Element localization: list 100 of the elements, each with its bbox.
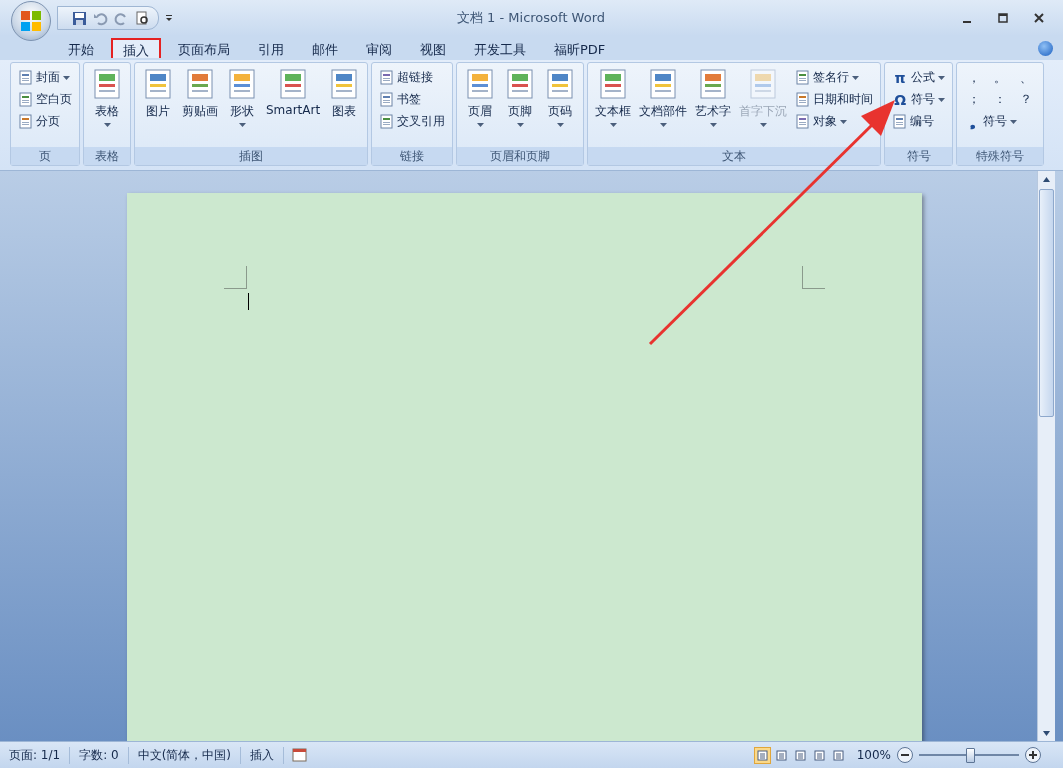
symbol-button[interactable]: ， [961,70,988,87]
ribbon-tab[interactable]: 视图 [409,38,457,60]
group-label: 页 [11,147,79,165]
text-cursor [248,293,249,310]
symbol-button[interactable]: 、 [1013,70,1040,87]
caret-icon [938,97,946,102]
ribbon-button[interactable]: 剪贴画 [179,66,221,147]
help-icon[interactable] [1038,41,1053,56]
insert-icon [184,68,216,100]
ribbon-button[interactable]: 页眉 [461,66,500,147]
ribbon-button[interactable]: 空白页 [15,89,75,110]
page-icon [794,749,806,761]
calendar-icon[interactable] [292,748,308,762]
symbol-button[interactable]: ； [961,91,988,108]
group-label: 链接 [372,147,453,165]
vertical-scrollbar[interactable] [1037,171,1055,741]
document-icon [379,70,395,85]
ribbon-button[interactable]: 图表 [325,66,364,147]
page-icon [756,749,768,761]
document-icon [379,92,395,107]
zoom-out-button[interactable] [897,747,913,763]
minus-icon [901,751,909,759]
ribbon-tab[interactable]: 审阅 [355,38,403,60]
customize-icon[interactable] [165,14,173,22]
ribbon-button[interactable]: 分页 [15,111,63,132]
ribbon-button[interactable]: π 公式 [889,67,949,88]
margin-mark [224,266,247,289]
ribbon-button[interactable]: 日期和时间 [792,89,877,110]
ribbon-button[interactable]: 文档部件 [636,66,691,147]
caret-icon [476,123,484,127]
document-icon [795,70,811,85]
office-logo [20,10,42,32]
close-icon [1034,13,1044,23]
redo-icon[interactable] [114,10,129,26]
ribbon-button[interactable]: 封面 [15,67,73,88]
symbol-button[interactable]: 。 [987,70,1014,87]
group-label: 页眉和页脚 [457,147,584,165]
symbol-icon: π [892,69,909,86]
ribbon-button[interactable]: 页脚 [501,66,540,147]
ribbon-tab[interactable]: 页面布局 [167,38,241,60]
group-label: 符号 [885,147,953,165]
ribbon-button[interactable]: 编号 [889,111,938,132]
down-arrow-icon [1043,730,1050,736]
scroll-thumb[interactable] [1039,189,1054,417]
ribbon-button[interactable]: 页码 [541,66,580,147]
caret-icon [1010,119,1018,124]
symbol-icon: ❟ [964,113,981,130]
ribbon-button[interactable]: 图片 [139,66,177,147]
ribbon-button[interactable]: ❟ 符号 [961,111,1021,132]
plus-icon [1029,751,1037,759]
group-label: 特殊符号 [957,147,1044,165]
margin-mark [802,266,825,289]
ribbon-button[interactable]: 签名行 [792,67,863,88]
zoom-level: 100% [856,748,891,762]
caret-icon [852,75,860,80]
caret-icon [238,123,246,127]
ribbon-tab[interactable]: 邮件 [301,38,349,60]
insert-icon [91,68,123,100]
symbol-button[interactable]: ： [987,91,1014,108]
group-label: 文本 [588,147,881,165]
ribbon-tab[interactable]: 开发工具 [463,38,537,60]
ribbon-button[interactable]: 交叉引用 [376,111,449,132]
page-icon [775,749,787,761]
ribbon-button[interactable]: 文本框 [592,66,635,147]
ribbon-button[interactable]: 超链接 [376,67,437,88]
office-button[interactable] [11,1,51,41]
ribbon-button[interactable]: 形状 [223,66,261,147]
ribbon-tab[interactable]: 福昕PDF [543,38,617,60]
save-icon[interactable] [72,10,87,26]
ribbon-button[interactable]: 艺术字 [692,66,735,147]
view-button[interactable] [753,746,771,764]
ribbon-tab[interactable]: 插入 [111,38,161,58]
caret-icon [759,123,767,127]
insert-icon [142,68,174,100]
maximize-icon [998,13,1008,23]
document-icon [795,114,811,129]
group-label: 表格 [84,147,130,165]
caret-icon [938,75,946,80]
caret-icon [556,123,564,127]
caret-icon [63,75,70,80]
print-preview-icon[interactable] [135,10,150,26]
document-icon [18,70,33,85]
ribbon-button[interactable]: 书签 [376,89,425,110]
page-icon [813,749,825,761]
undo-icon[interactable] [93,10,108,26]
group-label: 插图 [135,147,368,165]
caret-icon [659,123,667,127]
status-item: 插入 [241,746,285,764]
document-icon [379,114,395,129]
ribbon-button[interactable]: Ω 符号 [889,89,949,110]
ribbon-tab[interactable]: 引用 [247,38,295,60]
ribbon-button[interactable]: 表格 [88,66,126,147]
zoom-in-button[interactable] [1025,747,1041,763]
status-item: 字数: 0 [70,746,129,764]
status-item: 中文(简体，中国) [128,746,242,764]
ribbon-button[interactable]: 对象 [792,111,851,132]
zoom-slider[interactable] [966,748,975,763]
symbol-button[interactable]: ？ [1013,91,1040,108]
ribbon-button[interactable]: SmartArt [263,66,324,147]
ribbon-tab[interactable]: 开始 [57,38,105,60]
